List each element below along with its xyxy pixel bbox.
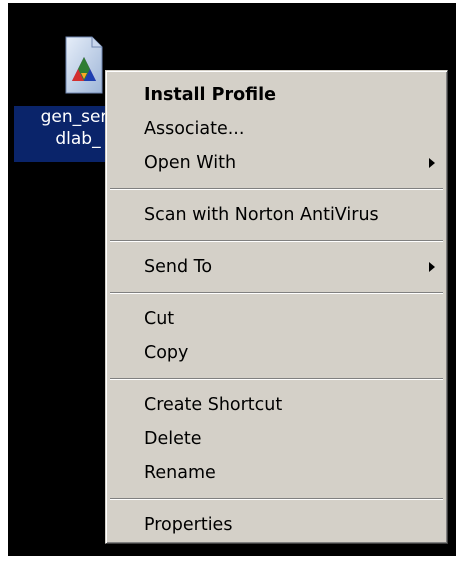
context-menu: Install Profile Associate... Open With S… (105, 70, 448, 544)
menu-item-properties[interactable]: Properties (106, 508, 447, 542)
menu-separator (106, 232, 447, 250)
menu-separator (106, 284, 447, 302)
menu-separator (106, 180, 447, 198)
menu-item-send-to[interactable]: Send To (106, 250, 447, 284)
menu-item-associate[interactable]: Associate... (106, 112, 447, 146)
desktop: gen_ser dlab_ Install Profile Associate.… (8, 3, 456, 556)
submenu-arrow-icon (429, 158, 435, 168)
menu-separator (106, 490, 447, 508)
menu-item-send-to-label: Send To (144, 257, 213, 277)
menu-item-create-shortcut[interactable]: Create Shortcut (106, 388, 447, 422)
menu-item-open-with[interactable]: Open With (106, 146, 447, 180)
menu-item-delete[interactable]: Delete (106, 422, 447, 456)
menu-item-rename[interactable]: Rename (106, 456, 447, 490)
icc-profile-file-icon[interactable] (64, 35, 104, 95)
submenu-arrow-icon (429, 262, 435, 272)
menu-item-open-with-label: Open With (144, 153, 237, 173)
menu-item-cut[interactable]: Cut (106, 302, 447, 336)
menu-item-copy[interactable]: Copy (106, 336, 447, 370)
menu-item-scan-norton[interactable]: Scan with Norton AntiVirus (106, 198, 447, 232)
menu-separator (106, 370, 447, 388)
menu-item-install-profile[interactable]: Install Profile (106, 78, 447, 112)
